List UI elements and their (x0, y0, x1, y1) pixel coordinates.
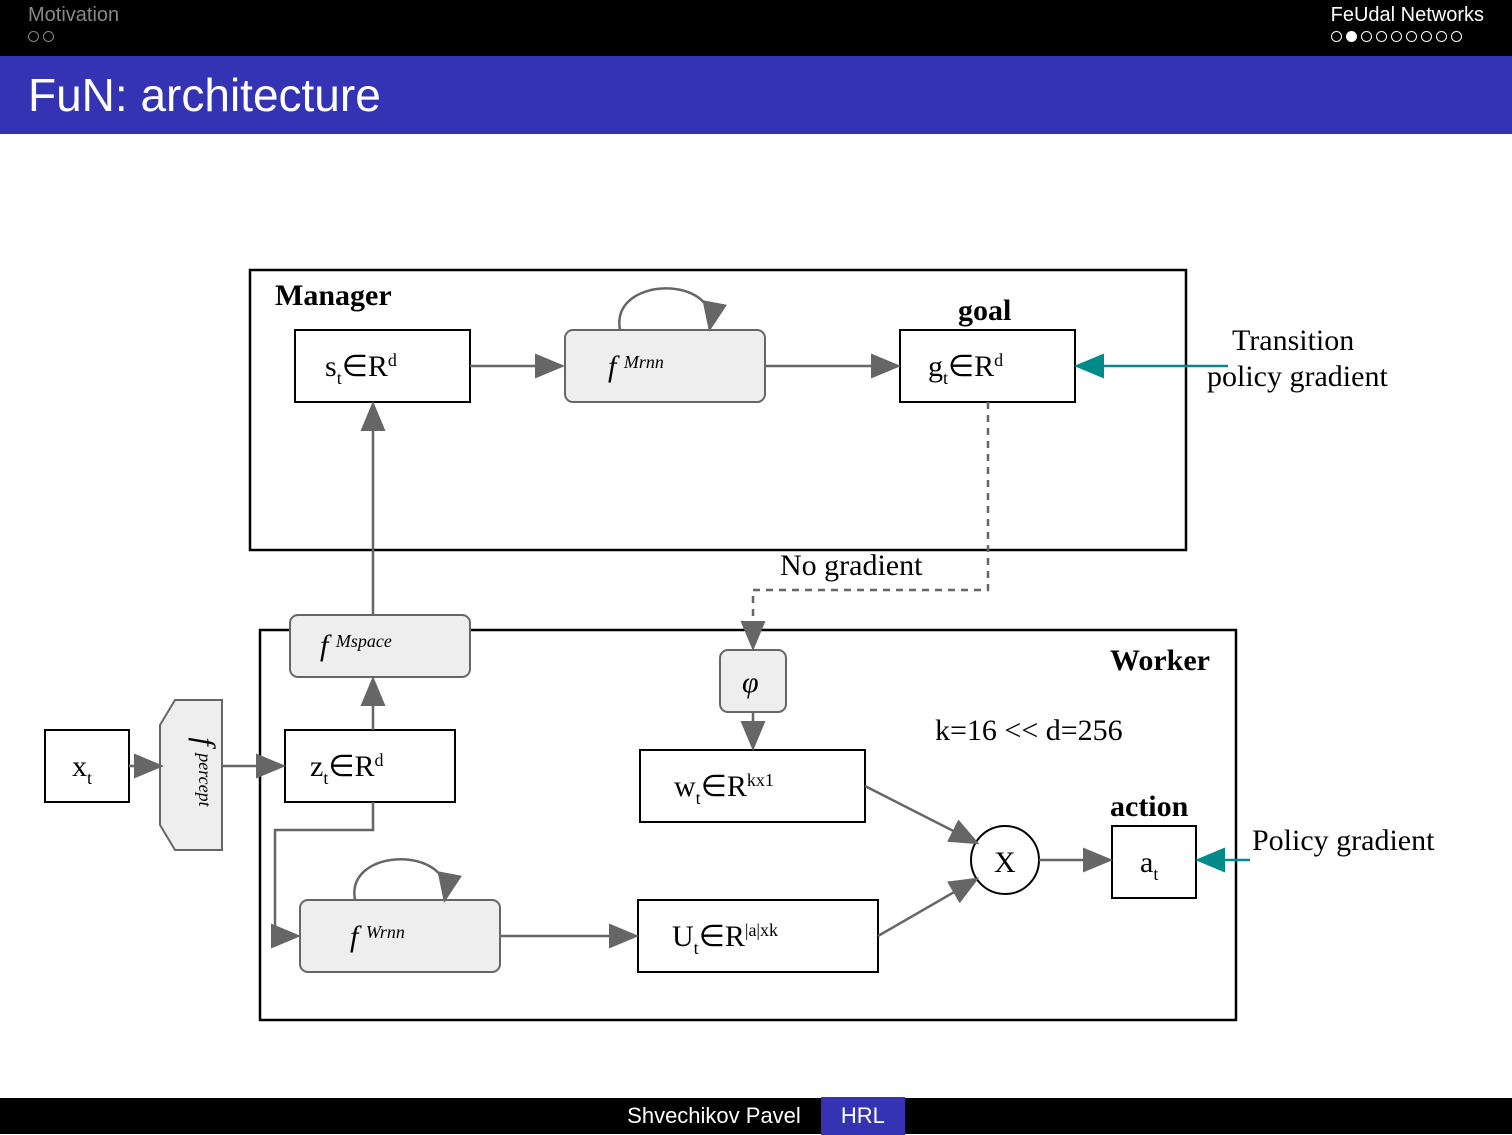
worker-label: Worker (1110, 644, 1210, 677)
gt-label: gt∈Rd (928, 350, 1003, 388)
policy-gradient-2: Policy gradient (1252, 824, 1435, 857)
arrow-wt-x (865, 786, 975, 842)
manager-label: Manager (275, 279, 392, 312)
phi-label: φ (742, 666, 759, 699)
goal-label: goal (958, 294, 1011, 327)
architecture-diagram: Manager Worker xt f percept zt∈Rd f Mspa… (0, 170, 1512, 1098)
nav-right-dots (1331, 31, 1484, 42)
policy-gradient-label: policy gradient (1207, 360, 1388, 393)
nav-motivation-label[interactable]: Motivation (28, 4, 119, 27)
transition-label: Transition (1232, 324, 1354, 357)
progress-dot[interactable] (1406, 31, 1417, 42)
arrow-no-gradient (753, 402, 988, 646)
arrow-ut-x (878, 880, 975, 936)
progress-dot[interactable] (43, 31, 54, 42)
mult-label: X (994, 846, 1016, 879)
footer-author: Shvechikov Pavel (607, 1097, 821, 1135)
st-label: st∈Rd (325, 350, 397, 388)
no-gradient-label: No gradient (780, 549, 923, 582)
zt-label: zt∈Rd (310, 750, 384, 788)
progress-dot[interactable] (1421, 31, 1432, 42)
nav-right: FeUdal Networks (1331, 4, 1484, 42)
nav-left-dots (28, 31, 119, 42)
progress-dot[interactable] (1331, 31, 1342, 42)
slide-footer: Shvechikov Pavel HRL (0, 1098, 1512, 1134)
action-label: action (1110, 790, 1189, 823)
top-nav: Motivation FeUdal Networks (0, 0, 1512, 56)
xt-box (45, 730, 129, 802)
nav-left: Motivation (28, 4, 119, 42)
mrnn-self-loop (619, 288, 710, 330)
nav-feudal-label[interactable]: FeUdal Networks (1331, 4, 1484, 27)
progress-dot[interactable] (28, 31, 39, 42)
progress-dot[interactable] (1391, 31, 1402, 42)
progress-dot[interactable] (1451, 31, 1462, 42)
progress-dot[interactable] (1436, 31, 1447, 42)
progress-dot-current[interactable] (1346, 31, 1357, 42)
k-note: k=16 << d=256 (935, 714, 1123, 747)
progress-dot[interactable] (1376, 31, 1387, 42)
manager-frame (250, 270, 1186, 550)
at-box (1112, 826, 1196, 898)
f-mrnn-box (565, 330, 765, 402)
wrnn-self-loop (354, 859, 445, 900)
slide-title: FuN: architecture (0, 56, 1512, 134)
footer-topic: HRL (821, 1097, 905, 1135)
progress-dot[interactable] (1361, 31, 1372, 42)
